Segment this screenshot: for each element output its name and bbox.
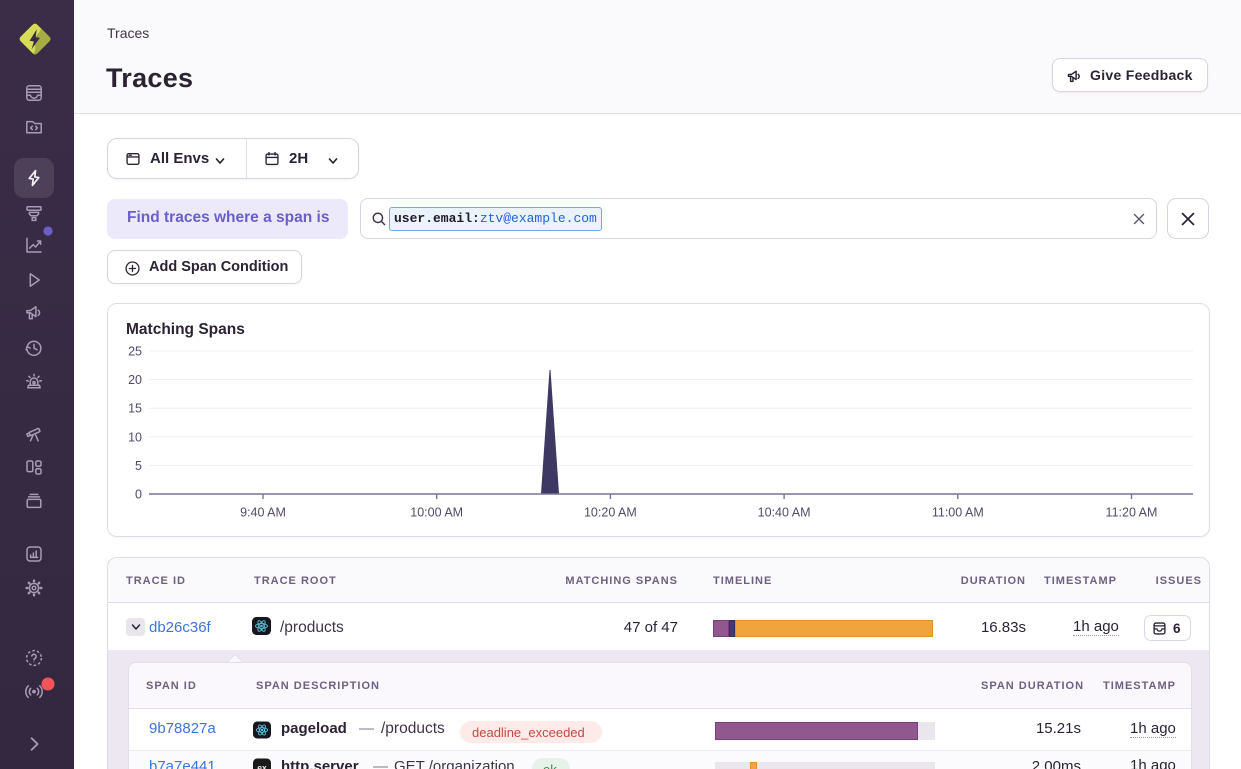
svg-text:20: 20 (128, 373, 142, 387)
svg-text:0: 0 (135, 488, 142, 502)
svg-text:11:00 AM: 11:00 AM (932, 506, 984, 520)
svg-text:10: 10 (128, 430, 142, 444)
svg-text:10:20 AM: 10:20 AM (584, 506, 637, 520)
svg-text:9:40 AM: 9:40 AM (240, 506, 286, 520)
svg-text:10:00 AM: 10:00 AM (410, 506, 463, 520)
svg-text:25: 25 (128, 345, 142, 359)
svg-text:10:40 AM: 10:40 AM (758, 506, 811, 520)
svg-text:11:20 AM: 11:20 AM (1106, 506, 1158, 520)
svg-text:15: 15 (128, 402, 142, 416)
svg-text:5: 5 (135, 459, 142, 473)
svg-text:ex: ex (257, 762, 267, 769)
